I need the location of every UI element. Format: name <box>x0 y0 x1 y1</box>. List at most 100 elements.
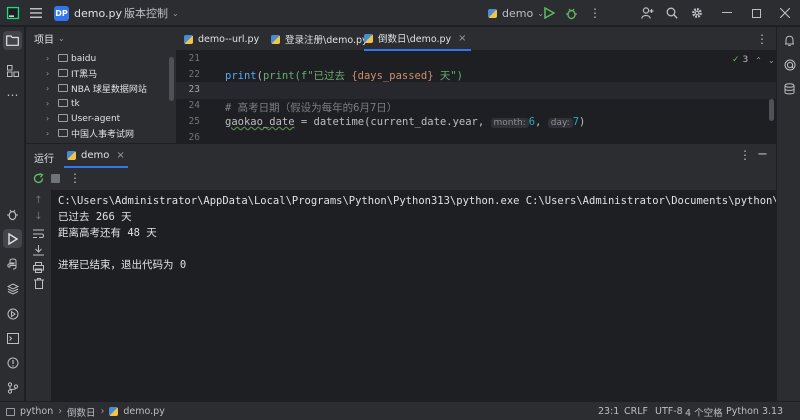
search-icon[interactable] <box>666 0 678 26</box>
tree-item-tk[interactable]: › tk <box>26 96 176 111</box>
chevron-up-icon[interactable]: ⌃ <box>755 56 762 65</box>
debug-button[interactable] <box>565 0 578 26</box>
main-menu-icon[interactable] <box>30 0 42 26</box>
run-tab-demo[interactable]: demo × <box>64 144 128 168</box>
layers-icon[interactable] <box>3 279 22 298</box>
python-console-icon[interactable] <box>3 254 22 273</box>
settings-gear-icon[interactable] <box>691 0 703 26</box>
run-tab-label: demo <box>81 149 110 161</box>
stop-icon[interactable] <box>51 174 60 183</box>
chevron-down-icon: ⌄ <box>172 8 179 18</box>
folder-icon <box>58 84 68 92</box>
vcs-menu[interactable]: 版本控制 ⌄ <box>124 0 179 26</box>
chevron-down-icon[interactable]: ⌄ <box>768 56 775 65</box>
services-icon[interactable] <box>3 304 22 323</box>
vcs-menu-label: 版本控制 <box>124 7 168 20</box>
run-config-selector[interactable]: demo ⌄ <box>488 0 544 26</box>
left-tool-strip: ⋯ <box>0 27 25 401</box>
project-badge: DP <box>54 5 69 21</box>
database-icon[interactable] <box>780 79 799 98</box>
project-switcher[interactable]: DP demo.py ⌄ <box>54 0 133 26</box>
caret-position[interactable]: 23:1 <box>598 402 619 420</box>
run-console[interactable]: C:\Users\Administrator\AppData\Local\Pro… <box>51 190 776 401</box>
tab-countdown-demo[interactable]: 倒数日\demo.py × <box>364 27 471 51</box>
tree-item-user-agent[interactable]: › User-agent <box>26 111 176 126</box>
tree-item-label: baidu <box>71 53 97 64</box>
check-icon: ✓ <box>732 55 740 65</box>
scroll-to-end-icon[interactable] <box>32 244 45 257</box>
chevron-right-icon: › <box>58 406 63 417</box>
print-icon[interactable] <box>32 261 45 274</box>
code-text: = datetime(current_date.year, <box>294 116 491 128</box>
line-number: 24 <box>188 100 200 111</box>
minimize-button[interactable] <box>712 0 742 26</box>
structure-icon[interactable] <box>3 61 22 80</box>
breadcrumb-item[interactable]: 倒数日 <box>67 405 96 419</box>
notifications-bell-icon[interactable] <box>780 31 799 50</box>
console-line-exit: 进程已结束，退出代码为 0 <box>58 259 187 271</box>
parameter-hint: month: <box>490 118 529 128</box>
console-line-output: 已过去 266 天 <box>58 211 132 223</box>
tab-menu-icon[interactable]: ⋮ <box>756 32 768 46</box>
app-logo-icon[interactable] <box>6 0 20 26</box>
close-button[interactable] <box>770 0 800 26</box>
code-editor[interactable]: 21 22 23 24 25 26 print(print(f"已过去 {day… <box>176 51 776 143</box>
breadcrumb-item[interactable]: python <box>20 406 53 417</box>
indent-setting[interactable]: 4 个空格 <box>685 402 723 420</box>
problems-warning-icon[interactable] <box>3 353 22 372</box>
project-panel-header[interactable]: 项目 ⌄ <box>26 27 176 49</box>
parameter-hint: day: <box>547 118 573 128</box>
project-tool-folder-icon[interactable] <box>3 31 22 50</box>
ai-assistant-icon[interactable] <box>780 55 799 74</box>
close-tab-icon[interactable]: × <box>116 150 124 161</box>
git-branch-icon[interactable] <box>3 378 22 397</box>
code-text: ) <box>579 116 586 128</box>
breadcrumb-item[interactable]: demo.py <box>123 406 164 417</box>
arrow-down-icon[interactable]: ↓ <box>32 210 45 223</box>
more-tools-icon[interactable]: ⋯ <box>3 85 22 104</box>
maximize-button[interactable] <box>741 0 771 26</box>
debug-tool-bug-icon[interactable] <box>3 205 22 224</box>
line-separator[interactable]: CRLF <box>624 402 648 420</box>
terminal-icon[interactable] <box>3 329 22 348</box>
chevron-right-icon: › <box>46 129 50 138</box>
tree-item-label: tk <box>71 98 80 109</box>
chevron-right-icon: › <box>100 406 105 417</box>
tree-item-label: 中国人事考试网 <box>71 130 135 140</box>
chevron-right-icon: › <box>46 54 50 63</box>
run-button[interactable] <box>544 0 555 26</box>
tab-label: demo--url.py <box>198 33 260 45</box>
python-interpreter[interactable]: Python 3.13 <box>726 402 783 420</box>
folder-icon <box>58 129 68 137</box>
rerun-icon[interactable] <box>33 172 44 187</box>
more-actions-icon[interactable]: ⋮ <box>589 0 601 26</box>
run-tool-play-icon[interactable] <box>3 229 22 248</box>
tree-item-itheima[interactable]: › IT黑马 <box>26 66 176 81</box>
trash-icon[interactable] <box>32 277 45 290</box>
python-file-icon <box>184 34 193 44</box>
tree-item-baidu[interactable]: › baidu <box>26 51 176 66</box>
add-user-icon[interactable] <box>641 0 654 26</box>
tab-label: 倒数日\demo.py <box>378 34 452 45</box>
chevron-right-icon: › <box>46 99 50 108</box>
more-options-icon[interactable]: ⋮ <box>739 148 751 162</box>
project-scrollbar[interactable] <box>169 57 174 101</box>
more-actions-icon[interactable]: ⋮ <box>69 171 81 185</box>
hide-panel-icon[interactable]: − <box>757 147 768 162</box>
folder-icon <box>58 99 68 107</box>
soft-wrap-icon[interactable] <box>32 227 45 240</box>
arrow-up-icon[interactable]: ↑ <box>32 194 45 207</box>
editor-scrollbar[interactable] <box>769 99 774 121</box>
tab-demo-url[interactable]: demo--url.py <box>184 27 259 51</box>
close-tab-icon[interactable]: × <box>458 33 466 44</box>
inspection-widget[interactable]: ✓ 3 ⌃ ⌄ <box>732 55 775 65</box>
tab-login-demo[interactable]: 登录注册\demo.py <box>271 27 368 51</box>
code-line-22: print(print(f"已过去 {days_passed} 天") <box>225 70 463 82</box>
tree-item-nba[interactable]: › NBA 球星数据网站 <box>26 81 176 96</box>
run-side-toolbar: ↑ ↓ <box>26 190 51 401</box>
file-encoding[interactable]: UTF-8 <box>655 402 683 420</box>
tree-item-cpta[interactable]: › 中国人事考试网 <box>26 126 176 141</box>
run-panel-title: 运行 <box>34 154 54 165</box>
tree-item-label: User-agent <box>71 113 121 124</box>
code-text: , <box>535 116 548 128</box>
